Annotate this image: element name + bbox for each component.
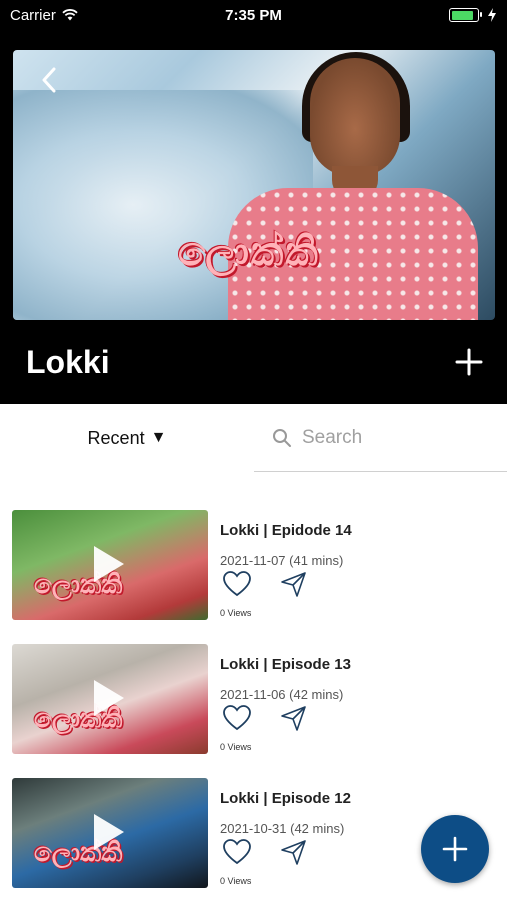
like-button[interactable] — [222, 570, 254, 600]
send-icon — [281, 840, 306, 865]
sort-arrow-icon: ▼ — [150, 429, 167, 446]
search-icon — [273, 428, 291, 447]
add-to-list-button[interactable] — [451, 344, 487, 380]
sort-label: Recent — [87, 427, 145, 448]
floating-add-button[interactable] — [421, 815, 489, 883]
show-header: ලොක්කි Lokki — [0, 30, 507, 404]
heart-icon — [223, 571, 251, 597]
hero-person — [228, 52, 478, 320]
episode-views: 0 Views — [220, 608, 252, 618]
send-icon — [281, 706, 306, 731]
share-button[interactable] — [280, 838, 310, 868]
status-left: Carrier — [10, 7, 78, 24]
chevron-left-icon — [42, 67, 56, 93]
battery-fill — [451, 10, 473, 20]
charging-bolt-icon — [488, 8, 496, 22]
episode-title[interactable]: Lokki | Episode 13 — [220, 656, 351, 673]
episode-thumbnail[interactable]: ලොක්කි — [12, 778, 208, 888]
carrier-label: Carrier — [10, 6, 56, 24]
episode-date-duration: 2021-11-07 (41 mins) — [220, 553, 344, 568]
status-right — [449, 8, 497, 22]
battery-icon — [449, 8, 482, 22]
like-button[interactable] — [222, 704, 254, 734]
list-item[interactable]: ලොක්කි Lokki | Epidode 14 2021-11-07 (41… — [0, 510, 507, 644]
episode-thumbnail[interactable]: ලොක්කි — [12, 644, 208, 754]
hero-show-logo: ලොක්කි — [178, 228, 320, 275]
share-button[interactable] — [280, 704, 310, 734]
send-icon — [281, 572, 306, 597]
wifi-icon — [62, 9, 78, 21]
play-icon — [94, 814, 124, 850]
episode-views: 0 Views — [220, 876, 252, 886]
plus-icon — [442, 836, 468, 862]
back-button[interactable] — [29, 60, 69, 100]
episode-title[interactable]: Lokki | Epidode 14 — [220, 522, 352, 539]
episode-date-duration: 2021-10-31 (42 mins) — [220, 821, 345, 836]
show-title: Lokki — [26, 344, 110, 380]
hero-face — [310, 58, 400, 176]
episode-thumbnail[interactable]: ලොක්කි — [12, 510, 208, 620]
episode-views: 0 Views — [220, 742, 252, 752]
plus-icon — [455, 348, 483, 376]
episode-title[interactable]: Lokki | Episode 12 — [220, 790, 351, 807]
play-icon — [94, 546, 124, 582]
heart-icon — [223, 705, 251, 731]
status-bar: Carrier 7:35 PM — [0, 0, 507, 30]
sort-dropdown[interactable]: Recent ▼ — [0, 404, 254, 472]
search-box[interactable] — [254, 404, 507, 472]
like-button[interactable] — [222, 838, 254, 868]
search-input[interactable] — [302, 426, 502, 449]
filter-row: Recent ▼ — [0, 404, 507, 472]
episode-date-duration: 2021-11-06 (42 mins) — [220, 687, 344, 702]
heart-icon — [223, 839, 251, 865]
hero-image: ලොක්කි — [13, 50, 495, 320]
list-item[interactable]: ලොක්කි Lokki | Episode 13 2021-11-06 (42… — [0, 644, 507, 778]
share-button[interactable] — [280, 570, 310, 600]
play-icon — [94, 680, 124, 716]
